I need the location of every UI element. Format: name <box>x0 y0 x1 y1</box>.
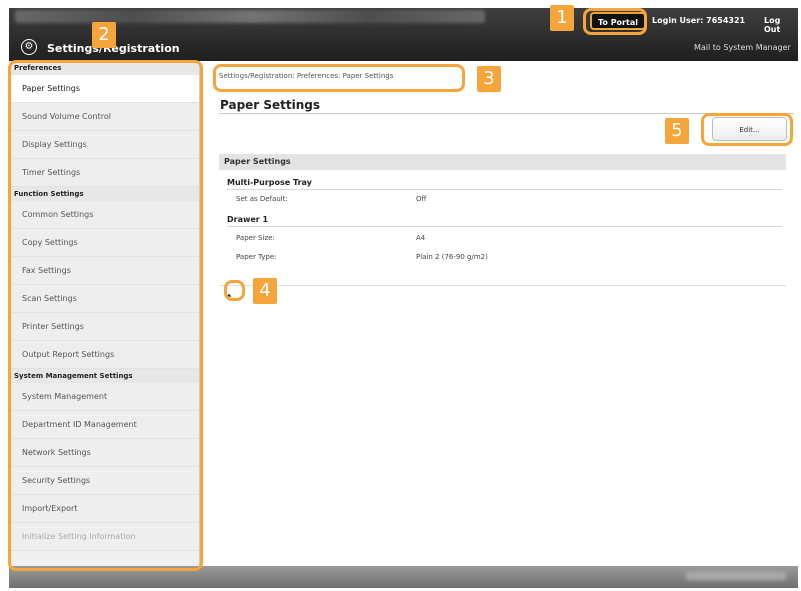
divider <box>227 189 782 190</box>
mail-to-system-manager-link[interactable]: Mail to System Manager <box>694 43 791 52</box>
divider <box>227 226 782 227</box>
log-out-link[interactable]: Log Out <box>764 16 798 34</box>
login-user-label: Login User: 7654321 <box>652 16 746 25</box>
highlight-frame <box>8 60 203 571</box>
settings-gear-icon: ⚙ <box>21 39 37 55</box>
callout-2: 2 <box>92 22 116 48</box>
paper-type-value: Plain 2 (76-90 g/m2) <box>416 253 488 261</box>
blurred-copyright <box>686 572 786 580</box>
callout-5: 5 <box>665 118 689 144</box>
blurred-address <box>15 10 485 23</box>
multi-purpose-tray-heading: Multi-Purpose Tray <box>227 178 312 187</box>
page-title: Paper Settings <box>220 98 321 112</box>
divider <box>219 285 786 286</box>
callout-1: 1 <box>550 5 574 31</box>
paper-type-label: Paper Type: <box>236 253 277 261</box>
drawer-1-heading: Drawer 1 <box>227 215 269 224</box>
set-as-default-label: Set as Default: <box>236 195 288 203</box>
top-bar: To Portal Login User: 7654321 Log Out ⚙ … <box>9 8 798 61</box>
highlight-frame <box>224 280 245 301</box>
callout-3: 3 <box>477 66 501 92</box>
highlight-frame <box>213 64 465 92</box>
section-heading: Paper Settings <box>219 154 786 170</box>
set-as-default-value: Off <box>416 195 427 203</box>
paper-size-value: A4 <box>416 234 426 242</box>
highlight-frame <box>583 8 647 35</box>
paper-size-label: Paper Size: <box>236 234 275 242</box>
callout-4: 4 <box>253 278 277 304</box>
highlight-frame <box>701 113 793 146</box>
